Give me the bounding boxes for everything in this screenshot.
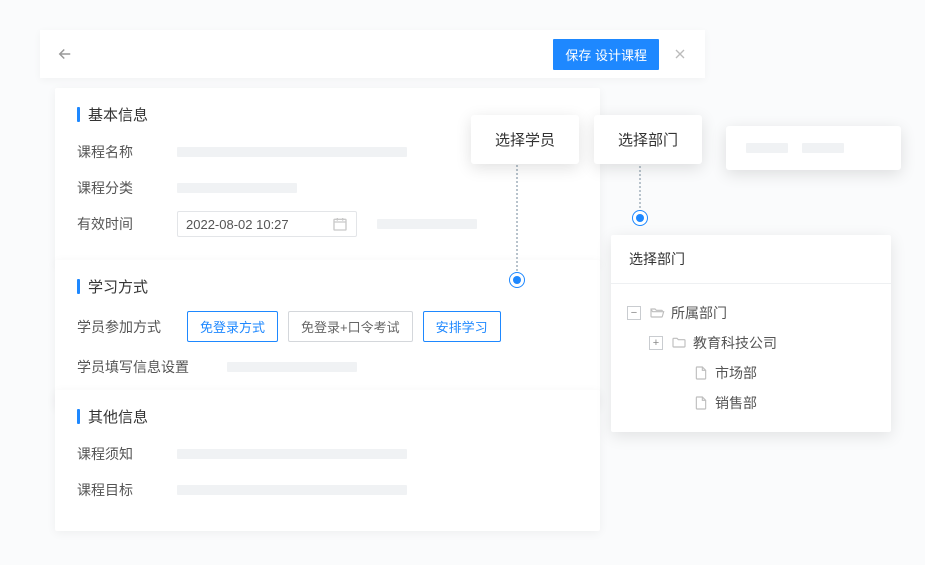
tree-node-root-label: 所属部门: [671, 303, 727, 323]
dot-marker-dept: [632, 210, 648, 226]
department-tree: − 所属部门 + 教育科技公司 市场部 销售部: [611, 284, 891, 418]
valid-time-extra-placeholder: [377, 219, 477, 229]
tree-expand-icon[interactable]: +: [649, 336, 663, 350]
student-info-row: 学员填写信息设置: [77, 354, 578, 380]
connector-dept: [639, 162, 641, 212]
stub-placeholder-1: [746, 143, 788, 153]
stub-placeholder-2: [802, 143, 844, 153]
course-name-placeholder: [177, 147, 407, 157]
tree-node-root[interactable]: − 所属部门: [627, 298, 875, 328]
arrow-left-icon: [56, 45, 74, 63]
select-student-tab[interactable]: 选择学员: [471, 115, 579, 164]
study-mode-title: 学习方式: [77, 276, 578, 297]
tree-node-sales-label: 销售部: [715, 393, 757, 413]
other-info-title: 其他信息: [77, 406, 578, 427]
course-category-label: 课程分类: [77, 178, 177, 198]
participation-row: 学员参加方式 免登录方式 免登录+口令考试 安排学习: [77, 311, 578, 342]
student-info-placeholder: [227, 362, 357, 372]
course-goal-label: 课程目标: [77, 480, 177, 500]
option-login-free[interactable]: 免登录方式: [187, 311, 278, 342]
calendar-icon: [332, 216, 348, 232]
participation-label: 学员参加方式: [77, 317, 187, 337]
tree-collapse-icon[interactable]: −: [627, 306, 641, 320]
valid-time-label: 有效时间: [77, 214, 177, 234]
course-name-label: 课程名称: [77, 142, 177, 162]
option-login-free-exam[interactable]: 免登录+口令考试: [288, 311, 413, 342]
folder-icon: [671, 335, 687, 351]
course-notice-row: 课程须知: [77, 441, 578, 467]
course-notice-placeholder: [177, 449, 407, 459]
close-button[interactable]: [669, 43, 691, 65]
tree-node-marketing[interactable]: 市场部: [627, 358, 875, 388]
tree-node-company-label: 教育科技公司: [693, 333, 777, 353]
course-category-placeholder: [177, 183, 297, 193]
dot-marker-student: [509, 272, 525, 288]
other-info-card: 其他信息 课程须知 课程目标: [55, 390, 600, 531]
connector-student: [516, 162, 518, 275]
tree-node-company[interactable]: + 教育科技公司: [627, 328, 875, 358]
back-button[interactable]: [54, 43, 76, 65]
tree-node-marketing-label: 市场部: [715, 363, 757, 383]
course-goal-placeholder: [177, 485, 407, 495]
department-panel-title: 选择部门: [611, 235, 891, 284]
file-icon: [693, 365, 709, 381]
course-notice-label: 课程须知: [77, 444, 177, 464]
valid-time-input-wrap[interactable]: [177, 211, 357, 237]
save-design-button[interactable]: 保存 设计课程: [553, 39, 659, 70]
tree-node-sales[interactable]: 销售部: [627, 388, 875, 418]
file-icon: [693, 395, 709, 411]
close-icon: [672, 46, 688, 62]
student-info-label: 学员填写信息设置: [77, 357, 227, 377]
valid-time-input[interactable]: [186, 217, 332, 232]
option-arrange-study[interactable]: 安排学习: [423, 311, 501, 342]
department-panel: 选择部门 − 所属部门 + 教育科技公司 市场部 销售部: [611, 235, 891, 432]
valid-time-row: 有效时间: [77, 211, 578, 237]
course-goal-row: 课程目标: [77, 477, 578, 503]
select-department-tab[interactable]: 选择部门: [594, 115, 702, 164]
popover-extra: [726, 126, 901, 170]
folder-open-icon: [649, 305, 665, 321]
course-category-row: 课程分类: [77, 175, 578, 201]
topbar: 保存 设计课程: [40, 30, 705, 78]
